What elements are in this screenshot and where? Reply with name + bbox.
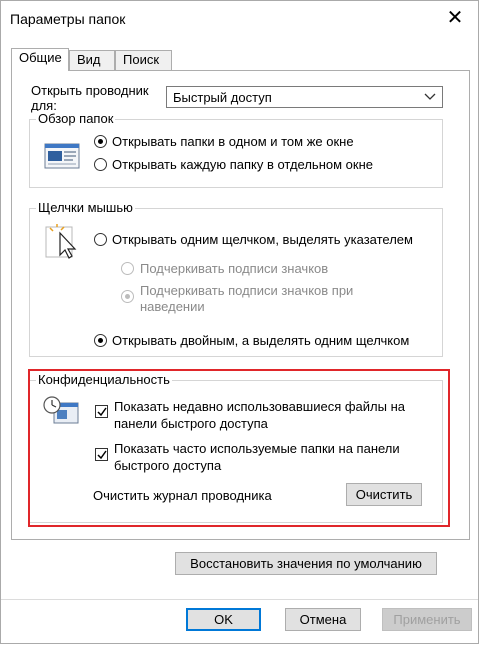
radio-underline-always[interactable] <box>121 262 134 275</box>
tab-search[interactable]: Поиск <box>115 50 172 70</box>
folder-window-icon <box>44 143 80 169</box>
open-explorer-select[interactable]: Быстрый доступ <box>166 86 443 108</box>
browse-folders-title: Обзор папок <box>36 111 116 126</box>
folder-options-window: Параметры папок ✕ Общие Вид Поиск Открыт… <box>0 0 479 644</box>
footer-divider <box>1 599 478 600</box>
double-click-label: Открывать двойным, а выделять одним щелч… <box>112 333 410 348</box>
chevron-down-icon <box>424 93 436 100</box>
close-icon[interactable]: ✕ <box>444 7 466 29</box>
radio-underline-hover[interactable] <box>121 290 134 303</box>
cancel-button[interactable]: Отмена <box>285 608 361 631</box>
open-explorer-label-line1: Открыть проводник <box>31 83 149 98</box>
underline-hover-label-line1: Подчеркивать подписи значков при <box>140 283 354 298</box>
mouse-click-icon <box>45 224 77 259</box>
radio-single-click[interactable] <box>94 233 107 246</box>
ok-button[interactable]: OK <box>186 608 261 631</box>
underline-always-label: Подчеркивать подписи значков <box>140 261 329 276</box>
apply-button[interactable]: Применить <box>382 608 472 631</box>
tab-view[interactable]: Вид <box>69 50 115 70</box>
option-same-window-label: Открывать папки в одном и том же окне <box>112 134 354 149</box>
tab-general[interactable]: Общие <box>11 48 69 71</box>
privacy-highlight-frame <box>28 369 450 527</box>
radio-new-window[interactable] <box>94 158 107 171</box>
window-title: Параметры папок <box>10 11 126 27</box>
mouse-clicks-title: Щелчки мышью <box>36 200 135 215</box>
title-bar: Параметры папок ✕ <box>1 1 478 37</box>
radio-same-window[interactable] <box>94 135 107 148</box>
option-new-window-label: Открывать каждую папку в отдельном окне <box>112 157 373 172</box>
underline-hover-label-line2: наведении <box>140 299 205 314</box>
browse-folders-group: Обзор папок Открывать папки в одном и то… <box>29 111 443 188</box>
open-explorer-selected-value: Быстрый доступ <box>173 90 272 105</box>
single-click-label: Открывать одним щелчком, выделять указат… <box>112 232 413 247</box>
restore-defaults-button[interactable]: Восстановить значения по умолчанию <box>175 552 437 575</box>
mouse-clicks-group: Щелчки мышью Открывать одним щелчком, вы… <box>29 200 443 357</box>
radio-double-click[interactable] <box>94 334 107 347</box>
